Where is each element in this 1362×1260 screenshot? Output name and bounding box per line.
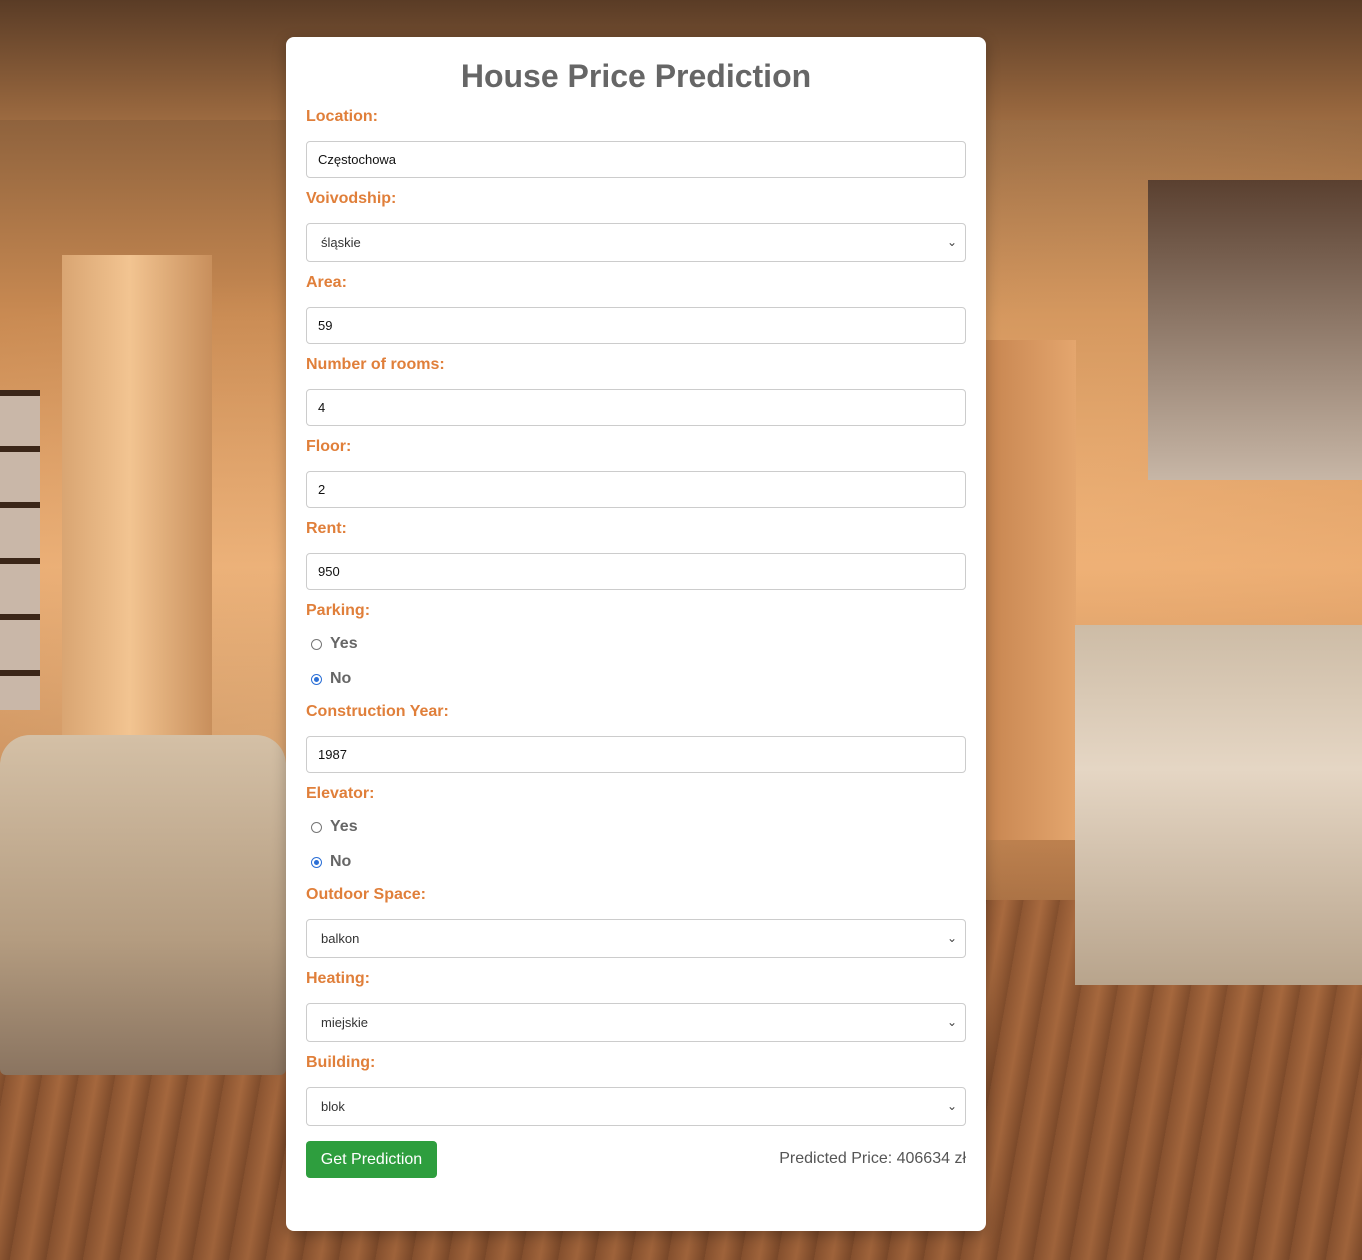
floor-input[interactable]: 2 [306,471,966,508]
chevron-down-icon: ⌄ [946,235,957,249]
chevron-down-icon: ⌄ [946,931,957,945]
outdoor-space-value: balkon [321,931,360,946]
building-value: blok [321,1099,345,1114]
elevator-yes-label: Yes [330,818,358,835]
location-label: Location: [306,108,378,125]
heating-label: Heating: [306,970,370,987]
bg-cabinets [1148,180,1362,480]
elevator-no-label: No [330,853,352,870]
heating-select[interactable]: miejskie ⌄ [306,1003,966,1042]
voivodship-value: śląskie [321,235,361,250]
area-label: Area: [306,274,347,291]
parking-no-label: No [330,670,352,687]
bg-wall [986,340,1076,840]
voivodship-label: Voivodship: [306,190,397,207]
building-label: Building: [306,1054,376,1071]
bg-shelf [0,390,40,710]
bg-counter [1075,625,1362,985]
parking-label: Parking: [306,602,371,619]
form-footer: Get Prediction Predicted Price: 406634 z… [306,1141,966,1179]
parking-yes-option[interactable]: Yes [306,632,966,656]
outdoor-space-label: Outdoor Space: [306,886,427,903]
page-title: House Price Prediction [460,58,812,94]
floor-label: Floor: [306,438,352,455]
rent-label: Rent: [306,520,347,537]
parking-yes-label: Yes [330,635,358,652]
rooms-input[interactable]: 4 [306,389,966,426]
parking-no-option[interactable]: No [306,667,966,691]
chevron-down-icon: ⌄ [946,1015,957,1029]
location-input[interactable]: Częstochowa [306,141,966,178]
voivodship-select[interactable]: śląskie ⌄ [306,223,966,262]
parking-no-radio[interactable] [311,673,322,685]
bg-sofa [0,735,286,1075]
chevron-down-icon: ⌄ [946,1099,957,1113]
heating-value: miejskie [321,1015,368,1030]
outdoor-space-select[interactable]: balkon ⌄ [306,919,966,958]
predicted-price-text: Predicted Price: 406634 zł [779,1150,966,1167]
get-prediction-button[interactable]: Get Prediction [306,1141,437,1178]
construction-year-label: Construction Year: [306,703,449,720]
elevator-no-option[interactable]: No [306,850,966,874]
parking-yes-radio[interactable] [311,638,322,650]
elevator-no-radio[interactable] [311,856,322,868]
elevator-label: Elevator: [306,785,375,802]
rent-input[interactable]: 950 [306,553,966,590]
bg-pillar [62,255,212,740]
building-select[interactable]: blok ⌄ [306,1087,966,1126]
construction-year-input[interactable]: 1987 [306,736,966,773]
elevator-yes-radio[interactable] [311,821,322,833]
prediction-form-card: House Price Prediction Location: Częstoc… [286,37,986,1231]
rooms-label: Number of rooms: [306,356,445,373]
elevator-yes-option[interactable]: Yes [306,815,966,839]
area-input[interactable]: 59 [306,307,966,344]
